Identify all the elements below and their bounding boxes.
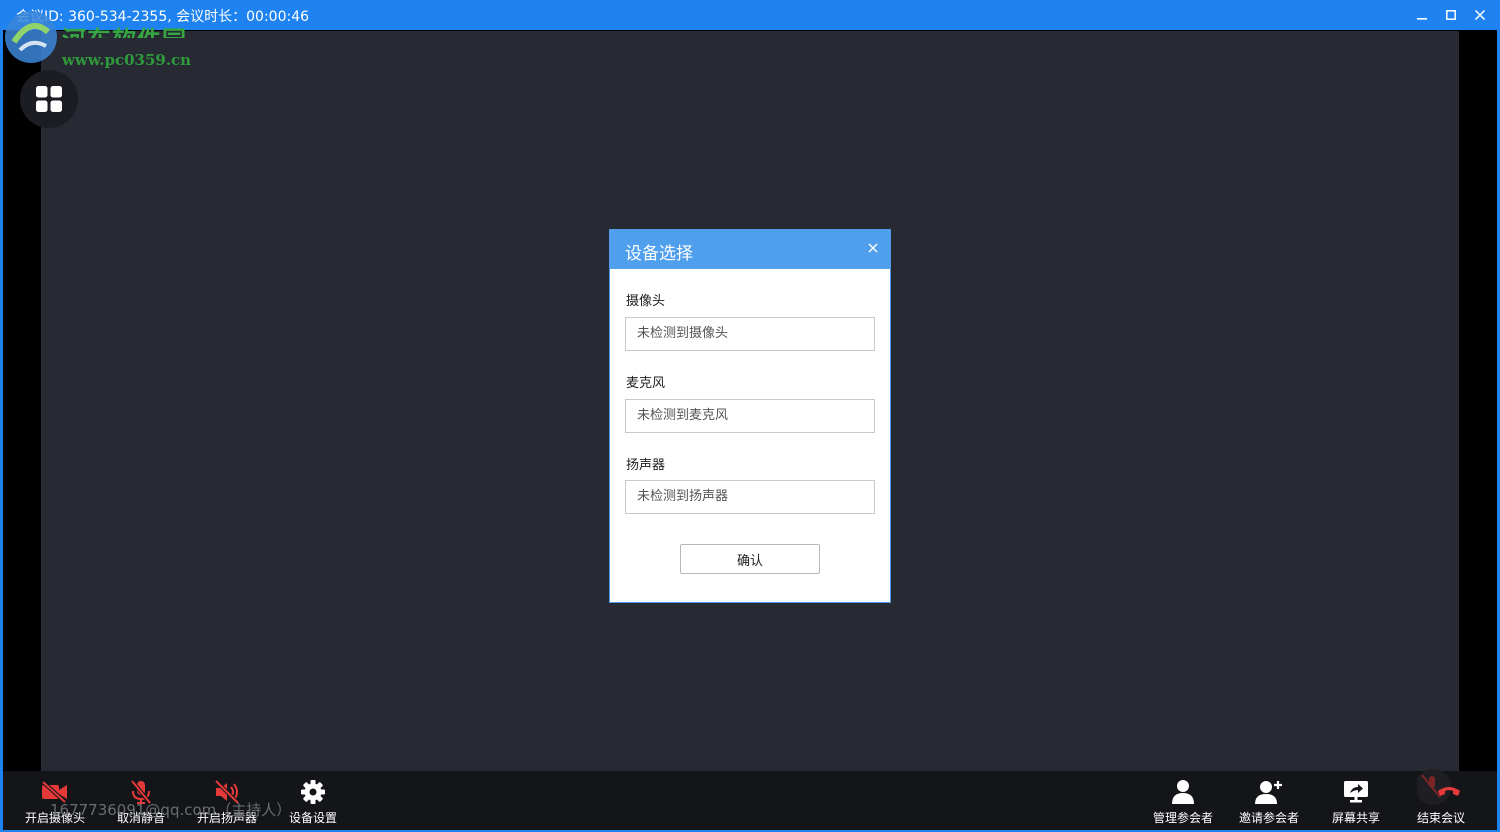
speaker-select[interactable]: 未检测到扬声器 bbox=[625, 480, 875, 514]
speaker-label: 扬声器 bbox=[626, 458, 666, 473]
gear-icon bbox=[301, 780, 325, 804]
microphone-select[interactable]: 未检测到麦克风 bbox=[625, 399, 875, 433]
invite-participants-button[interactable]: 邀请参会者 bbox=[1224, 779, 1314, 826]
microphone-label: 麦克风 bbox=[626, 376, 666, 391]
end-meeting-label: 结束会议 bbox=[1416, 811, 1465, 825]
manage-participants-label: 管理参会者 bbox=[1152, 811, 1213, 825]
maximize-icon bbox=[1445, 10, 1456, 20]
layout-toggle-button[interactable] bbox=[20, 70, 78, 128]
hangup-icon bbox=[1417, 769, 1460, 805]
end-meeting-button[interactable]: 结束会议 bbox=[1396, 769, 1486, 826]
manage-participants-button[interactable]: 管理参会者 bbox=[1138, 779, 1228, 826]
screen-share-icon bbox=[1344, 781, 1368, 803]
dialog-title: 设备选择 bbox=[625, 244, 693, 264]
device-selection-dialog: 设备选择 摄像头 未检测到摄像头 麦克风 未检测到麦克风 扬声器 未检测到扬声器… bbox=[609, 229, 891, 603]
maximize-button[interactable] bbox=[1436, 0, 1465, 30]
user-icon bbox=[1172, 780, 1194, 804]
confirm-button[interactable]: 确认 bbox=[680, 544, 820, 574]
meeting-info: 会议ID: 360-534-2355, 会议时长：00:00:46 bbox=[16, 9, 310, 25]
user-add-icon bbox=[1255, 781, 1282, 804]
screen-share-label: 屏幕共享 bbox=[1331, 811, 1380, 825]
dialog-close-icon[interactable] bbox=[865, 240, 881, 256]
title-bar: 会议ID: 360-534-2355, 会议时长：00:00:46 bbox=[0, 0, 1500, 30]
window-controls bbox=[1407, 0, 1494, 30]
invite-participants-label: 邀请参会者 bbox=[1238, 811, 1299, 825]
host-name-overlay: 1677736091@qq.com（主持人） bbox=[50, 801, 292, 819]
grid-icon bbox=[36, 86, 62, 112]
close-window-button[interactable] bbox=[1465, 0, 1494, 30]
camera-select[interactable]: 未检测到摄像头 bbox=[625, 317, 875, 351]
camera-label: 摄像头 bbox=[626, 294, 666, 309]
screen-share-button[interactable]: 屏幕共享 bbox=[1311, 779, 1401, 826]
dialog-header: 设备选择 bbox=[610, 230, 890, 269]
minimize-icon bbox=[1416, 18, 1427, 20]
close-icon bbox=[1474, 10, 1485, 20]
minimize-button[interactable] bbox=[1407, 0, 1436, 30]
